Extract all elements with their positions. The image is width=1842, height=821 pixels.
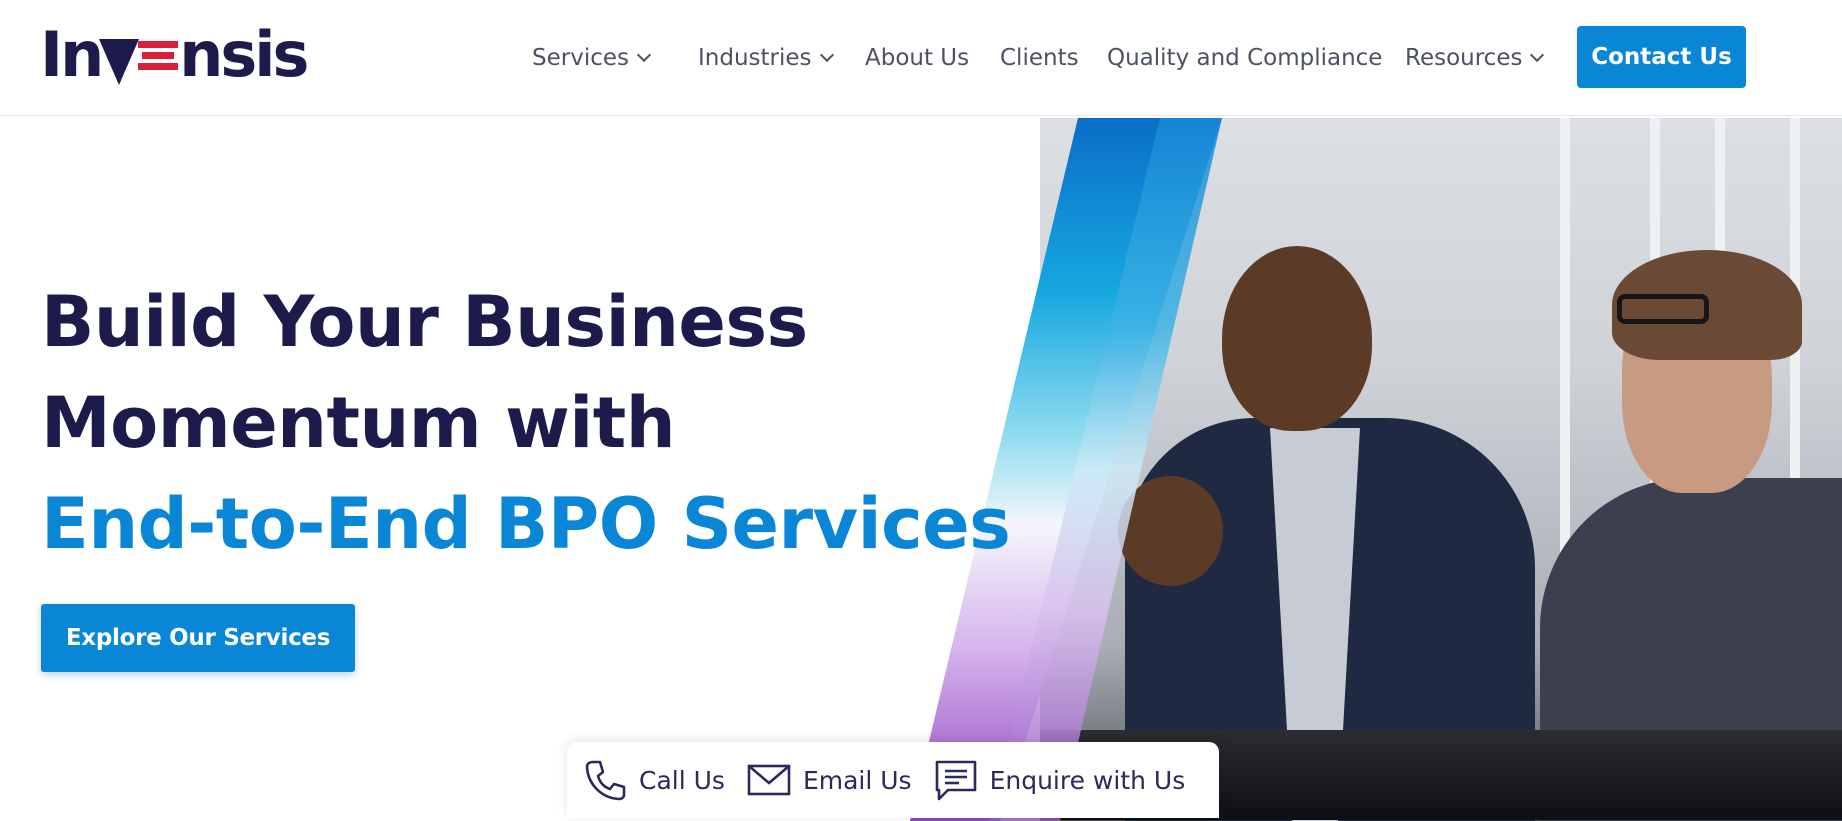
email-us-label: Email Us: [802, 765, 912, 795]
logo-v-mark: [99, 39, 140, 85]
nav-item-about-us[interactable]: About Us: [865, 40, 969, 76]
phone-icon: [585, 760, 626, 801]
contact-us-button[interactable]: Contact Us: [1577, 26, 1746, 88]
chevron-down-icon: [636, 47, 652, 63]
explore-services-button[interactable]: Explore Our Services: [41, 604, 355, 672]
nav-label: About Us: [865, 45, 970, 71]
nav-item-industries[interactable]: Industries: [698, 40, 834, 76]
nav-item-services[interactable]: Services: [532, 40, 652, 76]
nav-label: Clients: [1000, 45, 1079, 71]
hero-heading-line-2: Momentum with: [41, 382, 676, 464]
logo-letters-in: In: [40, 18, 104, 91]
nav-label: Services: [532, 45, 629, 71]
smiling-man-head: [1222, 246, 1372, 431]
nav-item-clients[interactable]: Clients: [1000, 40, 1079, 76]
logo-e-mark: [138, 35, 179, 75]
call-us-link[interactable]: Call Us: [583, 742, 725, 818]
envelope-icon: [747, 764, 791, 796]
nav-label: Resources: [1405, 45, 1523, 71]
nav-item-resources[interactable]: Resources: [1405, 40, 1545, 76]
logo-letters-nsis: nsis: [179, 18, 309, 91]
hero-heading-line-1: Build Your Business: [41, 281, 808, 363]
site-header: In nsis Services Industries About Us Clie…: [0, 0, 1842, 116]
nav-label: Quality and Compliance: [1107, 45, 1383, 71]
hero-heading-accent-line: End-to-End BPO Services: [41, 483, 1011, 565]
enquire-label: Enquire with Us: [989, 765, 1186, 795]
invensis-logo[interactable]: In nsis: [40, 18, 309, 91]
nav-item-quality-and-compliance[interactable]: Quality and Compliance: [1107, 40, 1382, 76]
call-us-label: Call Us: [639, 765, 725, 795]
contact-bar: Call Us Email Us Enquire with Us: [567, 742, 1219, 818]
chevron-down-icon: [1530, 47, 1545, 63]
nav-label: Industries: [698, 45, 812, 71]
email-us-link[interactable]: Email Us: [747, 742, 912, 818]
hero-heading: Build Your Business Momentum with End-to…: [41, 272, 1011, 575]
chevron-down-icon: [819, 47, 834, 63]
enquire-link[interactable]: Enquire with Us: [934, 742, 1186, 818]
glasses: [1617, 294, 1709, 324]
chat-message-icon: [935, 760, 976, 801]
